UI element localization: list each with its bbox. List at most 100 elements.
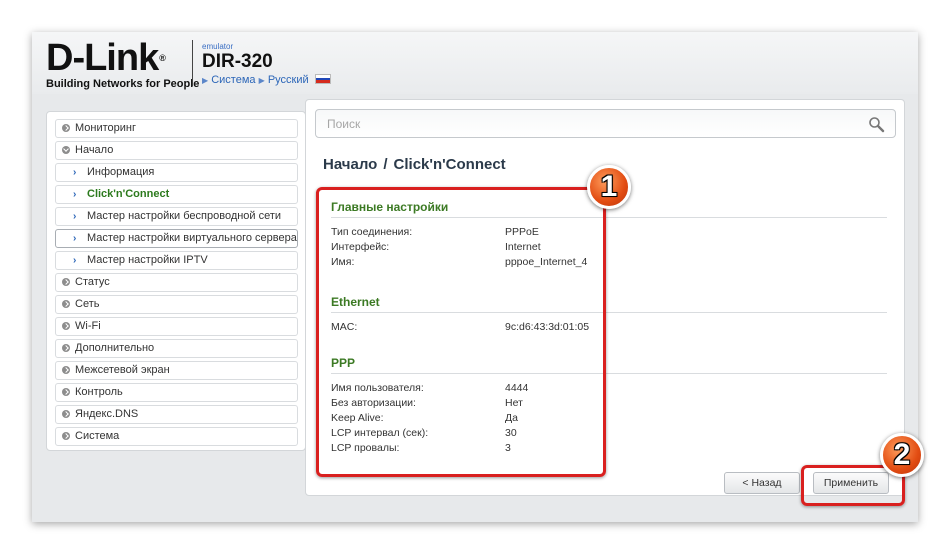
section-title: Ethernet (331, 295, 887, 313)
row-label: Keep Alive: (331, 412, 384, 424)
header-crumbs: ▶ Система ▶ Русский (202, 74, 331, 86)
main-settings-section: Главные настройки Тип соединения: PPPoE И… (331, 200, 887, 270)
expand-circle-icon (62, 300, 70, 308)
chevron-right-icon: › (73, 233, 77, 244)
sidebar-item-control[interactable]: Контроль (55, 383, 298, 402)
row-value: Да (505, 412, 518, 424)
ppp-section: PPP Имя пользователя: 4444 Без авторизаци… (331, 356, 887, 456)
search-input[interactable] (316, 110, 856, 137)
row-label: Без авторизации: (331, 397, 416, 409)
row-value: 9c:d6:43:3d:01:05 (505, 321, 590, 333)
sidebar-item-label: Статус (75, 276, 110, 288)
sidebar-item-start[interactable]: Начало (55, 141, 298, 160)
sidebar-item-label: Мастер настройки IPTV (87, 254, 208, 266)
expand-circle-icon (62, 278, 70, 286)
sidebar-menu: Мониторинг Начало › Информация › Click'n'C… (46, 111, 306, 451)
page-title: Начало / Click'n'Connect (323, 156, 506, 173)
row-label: Тип соединения: (331, 226, 413, 238)
page-title-current: Click'n'Connect (393, 156, 506, 173)
sidebar-item-monitoring[interactable]: Мониторинг (55, 119, 298, 138)
section-title: PPP (331, 356, 887, 374)
info-row: LCP провалы: 3 (331, 441, 887, 456)
sidebar-item-label: Дополнительно (75, 342, 155, 354)
logo-slogan: Building Networks for People (46, 78, 200, 90)
chevron-right-icon: › (73, 189, 77, 200)
apply-button[interactable]: Применить (813, 472, 889, 494)
crumb-system-link[interactable]: Система (211, 74, 255, 86)
crumb-arrow-icon: ▶ (202, 76, 209, 85)
row-value: PPPoE (505, 226, 539, 238)
search-icon[interactable] (868, 116, 885, 133)
page-title-parent: Начало (323, 156, 378, 173)
content-panel: Начало/Click'n'Connect Главные настройки… (305, 99, 905, 496)
sidebar-item-system[interactable]: Система (55, 427, 298, 446)
crumb-arrow-icon: ▶ (258, 76, 265, 85)
row-label: Имя: (331, 256, 355, 268)
russia-flag-icon[interactable] (314, 74, 331, 84)
info-row: Без авторизации: Нет (331, 396, 887, 411)
info-row: Интерфейс: Internet (331, 240, 887, 255)
chevron-right-icon: › (73, 167, 77, 178)
sidebar-item-label: Мастер настройки виртуального сервера (87, 232, 297, 244)
sidebar-item-label: Мастер настройки беспроводной сети (87, 210, 282, 222)
sidebar-item-iptv-wizard[interactable]: › Мастер настройки IPTV (55, 251, 298, 270)
expand-circle-icon (62, 432, 70, 440)
sidebar-item-label: Система (75, 430, 120, 442)
info-row: Тип соединения: PPPoE (331, 225, 887, 240)
sidebar-item-firewall[interactable]: Межсетевой экран (55, 361, 298, 380)
search-box (315, 109, 896, 138)
dlink-logo: D-Link® Building Networks for People (46, 39, 200, 90)
row-label: LCP интервал (сек): (331, 427, 429, 439)
row-value: 4444 (505, 382, 529, 394)
sidebar-item-virtual-server-wizard[interactable]: › Мастер настройки виртуального сервера (55, 229, 298, 248)
sidebar-item-information[interactable]: › Информация (55, 163, 298, 182)
sidebar-item-label: Информация (87, 166, 155, 178)
expand-circle-icon (62, 388, 70, 396)
model-block: emulator DIR-320 ▶ Система ▶ Русский (202, 42, 331, 86)
expand-circle-icon (62, 124, 70, 132)
sidebar-item-advanced[interactable]: Дополнительно (55, 339, 298, 358)
sidebar-item-label: Click'n'Connect (87, 188, 170, 200)
row-label: Интерфейс: (331, 241, 390, 253)
sidebar-item-label: Межсетевой экран (75, 364, 170, 376)
row-value: pppoe_Internet_4 (505, 256, 588, 268)
sidebar-item-label: Wi-Fi (75, 320, 101, 332)
step-badge-2: 2 (880, 433, 924, 477)
page-title-separator: / (383, 156, 388, 173)
sidebar-item-label: Яндекс.DNS (75, 408, 139, 420)
sidebar-item-clicknconnect[interactable]: › Click'n'Connect (55, 185, 298, 204)
registered-mark: ® (159, 53, 166, 63)
info-row: Keep Alive: Да (331, 411, 887, 426)
expand-circle-icon (62, 344, 70, 352)
language-link[interactable]: Русский (268, 74, 309, 86)
sidebar-item-network[interactable]: Сеть (55, 295, 298, 314)
info-row: Имя пользователя: 4444 (331, 381, 887, 396)
chevron-right-icon: › (73, 211, 77, 222)
expand-circle-icon (62, 322, 70, 330)
expand-circle-icon (62, 366, 70, 374)
router-web-ui: D-Link® Building Networks for People emu… (32, 32, 918, 522)
sidebar-item-status[interactable]: Статус (55, 273, 298, 292)
sidebar-item-wifi[interactable]: Wi-Fi (55, 317, 298, 336)
row-value: Нет (505, 397, 523, 409)
info-row: MAC: 9c:d6:43:3d:01:05 (331, 320, 887, 335)
sidebar-item-label: Контроль (75, 386, 123, 398)
sidebar-item-label: Мониторинг (75, 122, 137, 134)
row-label: MAC: (331, 321, 358, 333)
sidebar-item-label: Сеть (75, 298, 100, 310)
model-name: DIR-320 (202, 51, 273, 72)
row-label: Имя пользователя: (331, 382, 424, 394)
sidebar-item-yandex-dns[interactable]: Яндекс.DNS (55, 405, 298, 424)
sidebar-item-label: Начало (75, 144, 114, 156)
collapse-circle-icon (62, 146, 70, 154)
sidebar-item-wireless-wizard[interactable]: › Мастер настройки беспроводной сети (55, 207, 298, 226)
chevron-right-icon: › (73, 255, 77, 266)
back-button[interactable]: < Назад (724, 472, 800, 494)
info-row: Имя: pppoe_Internet_4 (331, 255, 887, 270)
step-badge-1: 1 (587, 165, 631, 209)
row-value: 3 (505, 442, 511, 454)
header: D-Link® Building Networks for People emu… (32, 32, 918, 94)
info-row: LCP интервал (сек): 30 (331, 426, 887, 441)
row-label: LCP провалы: (331, 442, 400, 454)
ethernet-section: Ethernet MAC: 9c:d6:43:3d:01:05 (331, 295, 887, 335)
